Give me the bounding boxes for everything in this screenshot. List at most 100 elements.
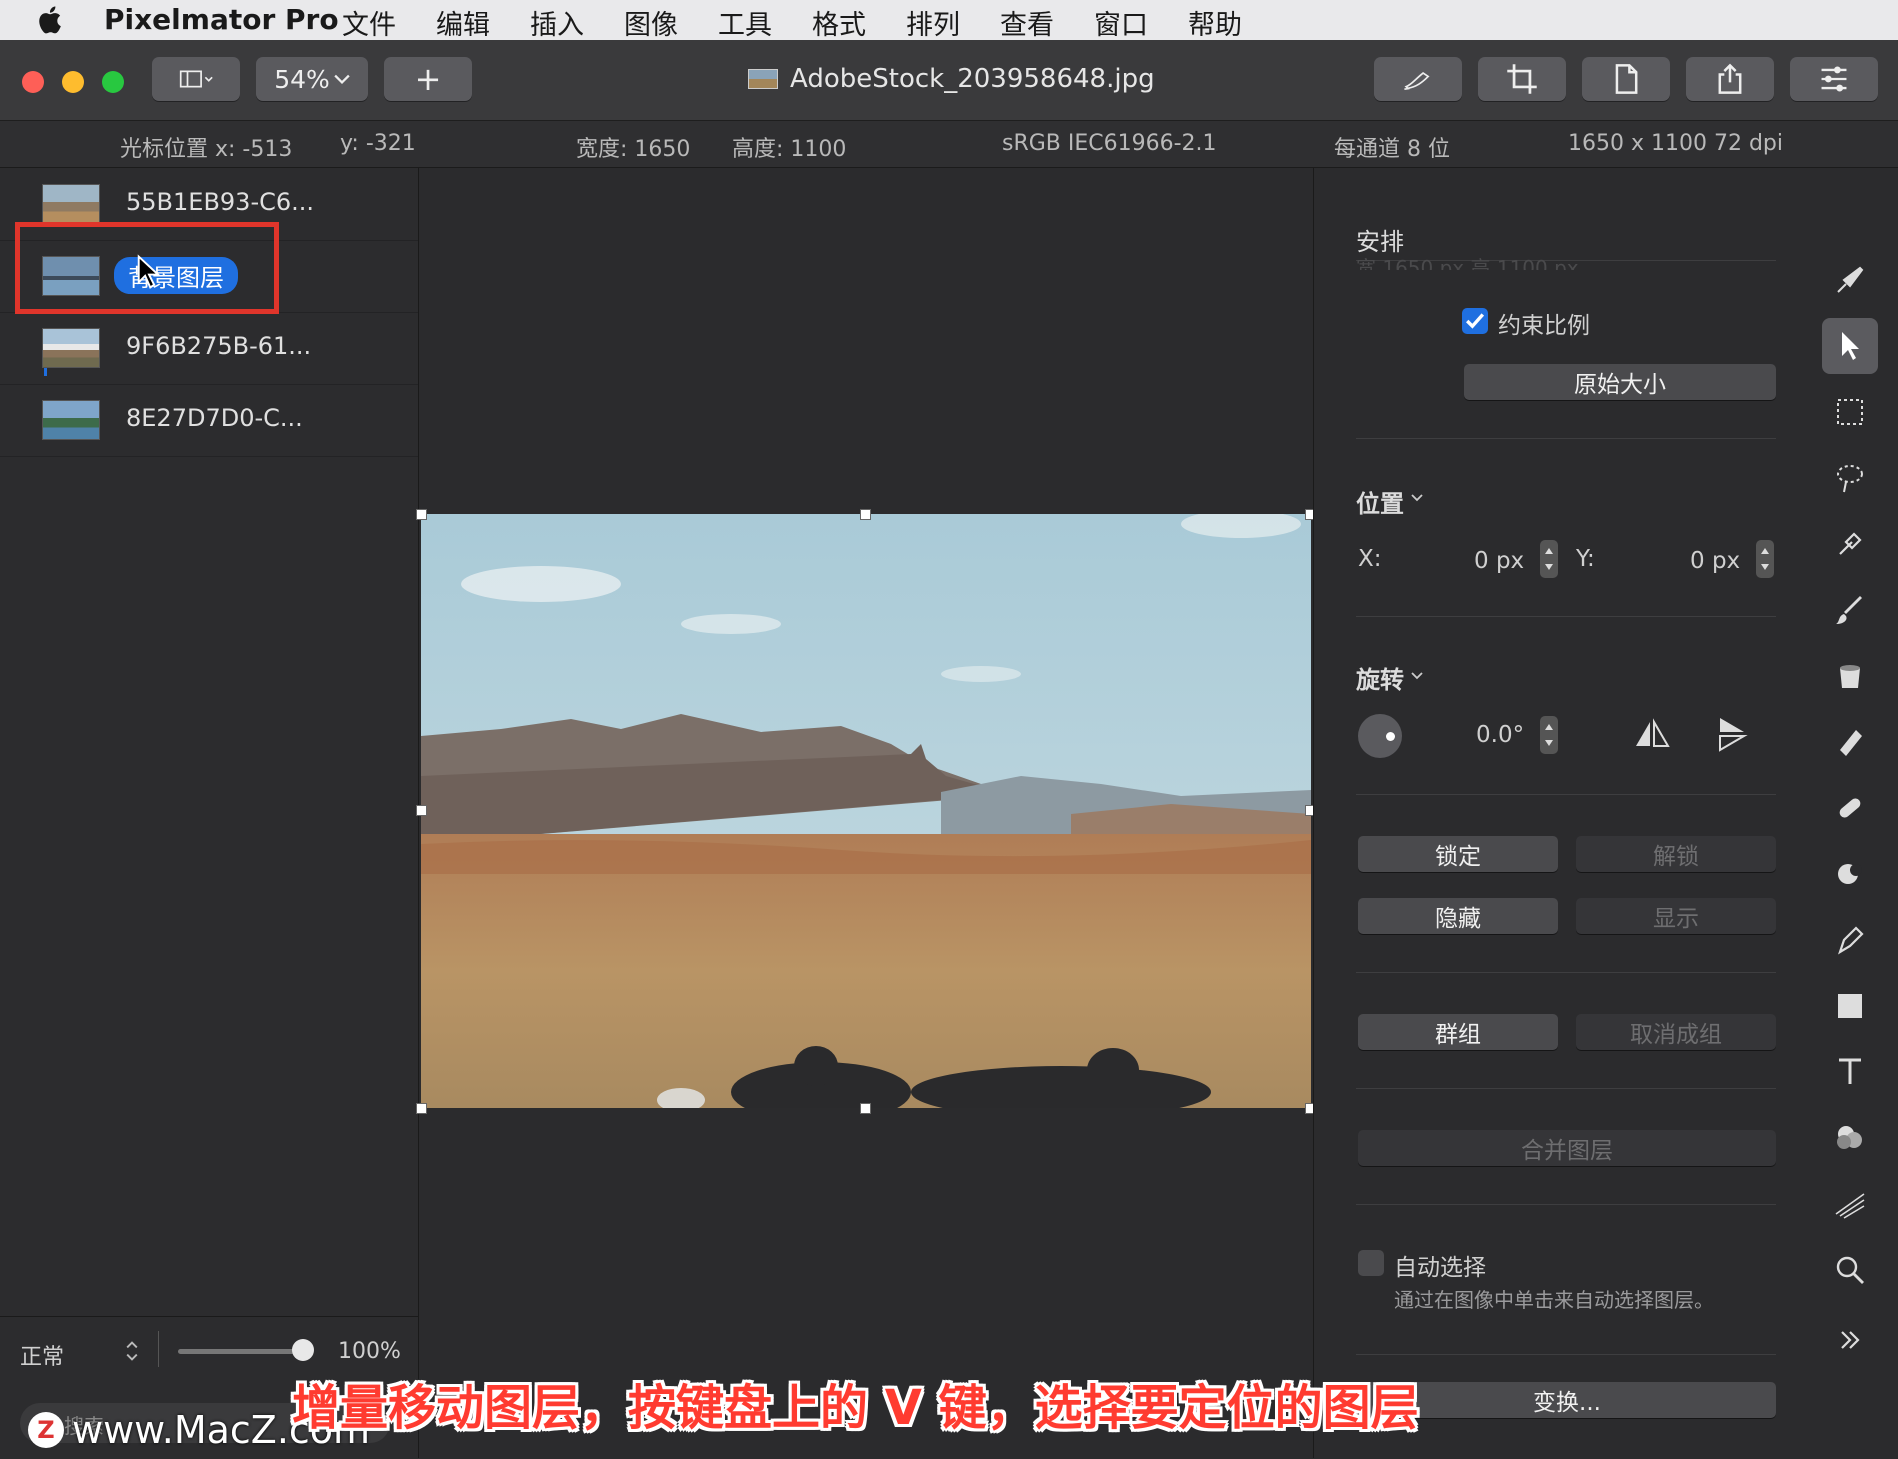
distort-tool[interactable] [1822,846,1878,902]
opacity-slider[interactable] [178,1349,302,1354]
menu-image[interactable]: 图像 [624,3,678,42]
color-adjust-tool[interactable] [1822,1110,1878,1166]
lock-button[interactable]: 锁定 [1358,836,1558,872]
arrange-tool[interactable] [1822,318,1878,374]
layer-name: 9F6B275B-61... [126,332,312,360]
x-label: X: [1358,546,1382,572]
crop-button[interactable] [1478,57,1566,101]
menu-view[interactable]: 查看 [1000,3,1054,42]
flip-vertical-icon[interactable] [1714,714,1750,754]
ungroup-button[interactable]: 取消成组 [1576,1014,1776,1050]
menu-file[interactable]: 文件 [342,3,396,42]
menu-bar: Pixelmator Pro 文件 编辑 插入 图像 工具 格式 排列 查看 窗… [0,0,1898,42]
rotation-dial-indicator [1386,732,1395,741]
unlock-button[interactable]: 解锁 [1576,836,1776,872]
zoom-window-button[interactable] [102,71,124,93]
rotation-input[interactable]: 0.0° [1476,722,1524,748]
pen-tool[interactable] [1822,912,1878,968]
app-name-menu[interactable]: Pixelmator Pro [104,3,339,36]
position-section-title[interactable]: 位置 [1356,484,1404,519]
menu-tools[interactable]: 工具 [718,3,772,42]
tutorial-caption: 增量移动图层，按键盘上的 V 键，选择要定位的图层 [292,1380,1419,1436]
selection-tool[interactable] [1822,384,1878,440]
zoom-value: 54% [274,64,330,94]
share-button[interactable] [1686,57,1774,101]
divider [1356,1204,1776,1205]
resize-handle[interactable] [416,509,427,520]
original-size-button[interactable]: 原始大小 [1464,364,1776,400]
menu-window[interactable]: 窗口 [1094,3,1148,42]
updown-chevron-icon[interactable] [124,1339,140,1363]
x-position-stepper[interactable] [1540,540,1558,578]
resize-handle[interactable] [416,805,427,816]
rotate-section-title[interactable]: 旋转 [1356,660,1404,695]
zoom-select[interactable]: 54% [256,57,368,101]
constrain-proportions-checkbox[interactable] [1462,308,1488,334]
divider [1356,972,1776,973]
effects-tool[interactable] [1822,1176,1878,1232]
retouch-button[interactable] [1374,57,1462,101]
share-icon [1718,63,1742,94]
paint-tool[interactable] [1822,582,1878,638]
checkmark-icon [1466,313,1485,329]
auto-select-checkbox[interactable] [1358,1250,1384,1276]
sidebar-toggle-button[interactable] [152,57,240,101]
menu-format[interactable]: 格式 [812,3,866,42]
layer-row[interactable]: 8E27D7D0-C... [0,384,418,457]
menu-insert[interactable]: 插入 [530,3,584,42]
shapes-tool[interactable] [1822,978,1878,1034]
auto-select-label: 自动选择 [1394,1255,1486,1281]
rotation-dial[interactable] [1358,714,1402,758]
blend-mode-select[interactable]: 正常 [20,1339,64,1371]
sliders-icon [1821,66,1847,92]
flip-horizontal-icon[interactable] [1632,716,1672,752]
resize-handle[interactable] [860,509,871,520]
size-fields-faded: 宽 1650 px 高 1100 px [1356,256,1579,270]
apple-icon[interactable] [36,4,66,36]
sidebar-icon [179,70,213,88]
quick-selection-tool[interactable] [1822,450,1878,506]
color-picker-tool[interactable] [1822,516,1878,572]
color-profile-readout: sRGB IEC61966-2.1 [1002,131,1217,156]
divider [1356,1354,1776,1355]
resolution-readout: 1650 x 1100 72 dpi [1568,131,1784,156]
document-title: AdobeStock_203958648.jpg [748,64,1155,94]
resize-handle[interactable] [860,1103,871,1114]
layers-panel: 55B1EB93-C6... 背景图层 9F6B275B-61... 8E27D… [0,168,419,1458]
chevron-down-icon[interactable] [1410,492,1424,504]
opacity-value: 100% [338,1339,401,1364]
cursor-x-readout: 光标位置 x: -513 [120,137,293,162]
y-label: Y: [1576,546,1595,572]
zoom-tool[interactable] [1822,1242,1878,1298]
fill-tool[interactable] [1822,648,1878,704]
merge-layers-button[interactable]: 合并图层 [1358,1130,1776,1166]
group-button[interactable]: 群组 [1358,1014,1558,1050]
type-tool[interactable] [1822,1044,1878,1100]
style-tool[interactable] [1822,252,1878,308]
menu-arrange[interactable]: 排列 [906,3,960,42]
color-circles-icon [1837,1126,1862,1149]
x-position-input[interactable]: 0 px [1474,548,1524,574]
divider [158,1331,159,1367]
retouch-tool[interactable] [1822,780,1878,836]
transform-button[interactable]: 变换... [1358,1382,1776,1418]
export-button[interactable] [1582,57,1670,101]
layer-row[interactable]: 9F6B275B-61... [0,312,418,385]
erase-tool[interactable] [1822,714,1878,770]
y-position-input[interactable]: 0 px [1690,548,1740,574]
menu-edit[interactable]: 编辑 [436,3,490,42]
chevron-down-icon[interactable] [1410,670,1424,682]
resize-handle[interactable] [416,1103,427,1114]
opacity-slider-knob[interactable] [292,1339,314,1361]
add-button[interactable]: + [384,57,472,101]
hide-button[interactable]: 隐藏 [1358,898,1558,934]
more-tools-button[interactable] [1822,1312,1878,1368]
canvas-image[interactable] [421,514,1311,1108]
menu-help[interactable]: 帮助 [1188,3,1242,42]
close-window-button[interactable] [22,71,44,93]
y-position-stepper[interactable] [1756,540,1774,578]
minimize-window-button[interactable] [62,71,84,93]
adjustments-button[interactable] [1790,57,1878,101]
rotation-stepper[interactable] [1540,716,1558,754]
show-button[interactable]: 显示 [1576,898,1776,934]
